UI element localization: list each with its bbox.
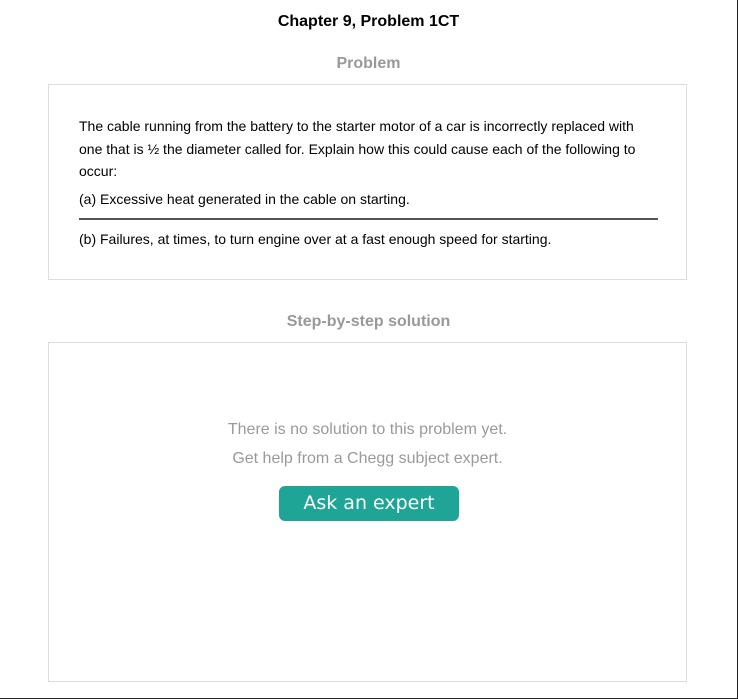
page-title: Chapter 9, Problem 1CT	[277, 13, 460, 30]
problem-divider	[79, 217, 658, 220]
problem-heading: Problem	[336, 55, 401, 72]
no-solution-message: There is no solution to this problem yet…	[227, 421, 508, 438]
get-help-message: Get help from a Chegg subject expert.	[232, 450, 503, 467]
problem-part-b: (b) Failures, at times, to turn engine o…	[79, 230, 552, 247]
solution-heading: Step-by-step solution	[286, 313, 451, 330]
problem-card: The cable running from the battery to th…	[48, 84, 687, 280]
ask-an-expert-button[interactable]: Ask an expert	[279, 486, 459, 521]
solution-card: There is no solution to this problem yet…	[48, 342, 687, 682]
problem-statement: The cable running from the battery to th…	[79, 118, 636, 179]
problem-part-a: (a) Excessive heat generated in the cabl…	[79, 190, 410, 207]
